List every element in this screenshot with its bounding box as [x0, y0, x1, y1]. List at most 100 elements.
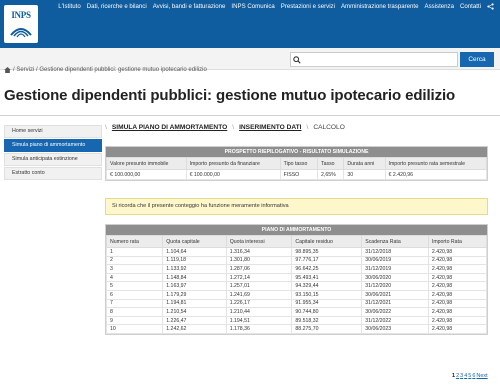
table-cell: 1.133,92	[162, 264, 227, 274]
header-cell: Tipo tasso	[279, 157, 319, 170]
page-link[interactable]: 3	[460, 373, 463, 379]
nav-istituto[interactable]: L'Istituto	[58, 3, 81, 10]
table-row: 4 1.148,84 1.272,14 95.493,41 30/06/2020 2.42…	[105, 272, 488, 283]
inps-logo[interactable]: INPS	[4, 5, 38, 43]
sidebar-item-home-servizi[interactable]: Home servizi	[4, 125, 102, 138]
top-header: INPS L'Istituto Dati, ricerche e bilanci…	[0, 0, 500, 48]
amortization-body: 1 1.104,64 1.316,34 98.895,35 31/12/2018 2.42…	[105, 247, 488, 334]
logo-emblem-icon	[10, 27, 32, 37]
summary-row: € 100.000,00 € 100.000,00 FISSO 2,65% 30…	[106, 169, 488, 180]
table-cell: 30/06/2019	[361, 255, 429, 266]
table-cell: € 2.420,96	[384, 169, 488, 180]
table-cell: 31/12/2019	[361, 264, 429, 274]
table-cell: 94.329,44	[291, 281, 363, 291]
sidebar-item-simula-estinzione[interactable]: Simula anticipata estinzione	[4, 153, 102, 166]
table-cell: 1.226,17	[225, 298, 293, 309]
breadcrumb-text[interactable]: / Servizi / Gestione dipendenti pubblici…	[13, 67, 207, 73]
step-calcolo: CALCOLO	[313, 124, 345, 131]
page-link[interactable]: 2	[456, 373, 459, 379]
page-next-link[interactable]: Next	[476, 373, 487, 379]
table-row: 2 1.119,18 1.301,80 97.776,17 30/06/2019 2.42…	[105, 255, 488, 266]
header-cell: Durata anni	[343, 157, 386, 170]
table-cell: 30/06/2021	[361, 289, 429, 300]
page-link[interactable]: 5	[468, 373, 471, 379]
table-cell: 1.287,06	[225, 264, 293, 274]
summary-header-row: Valore presunto immobile Importo presunt…	[106, 157, 488, 170]
amortization-table: Numero rata Quota capitale Quota interes…	[105, 235, 488, 334]
nav-avvisi-bandi[interactable]: Avvisi, bandi e fatturazione	[153, 3, 226, 10]
table-cell: 2.420,98	[427, 307, 488, 317]
step-simula-piano[interactable]: SIMULA PIANO DI AMMORTAMENTO	[112, 124, 227, 131]
nav-contatti[interactable]: Contatti	[460, 3, 481, 10]
table-cell: 1.210,54	[162, 307, 227, 317]
table-cell: 1.226,47	[162, 315, 227, 326]
table-cell: 8	[105, 307, 164, 317]
search-icon	[293, 56, 301, 64]
table-cell: 31/12/2020	[361, 281, 429, 291]
table-cell: 31/12/2018	[361, 247, 429, 257]
share-icon[interactable]	[487, 3, 494, 10]
table-cell: 30/06/2022	[361, 307, 429, 317]
table-cell: 2.420,98	[427, 298, 488, 309]
nav-dati-ricerche[interactable]: Dati, ricerche e bilanci	[87, 3, 147, 10]
table-cell: 2.420,98	[427, 272, 488, 283]
table-cell: 1.301,80	[225, 255, 293, 266]
header-cell: Importo Rata	[427, 235, 488, 248]
summary-panel: PROSPETTO RIEPILOGATIVO - RISULTATO SIMU…	[105, 146, 488, 181]
breadcrumb: / Servizi / Gestione dipendenti pubblici…	[4, 67, 207, 73]
table-cell: 95.493,41	[291, 272, 363, 283]
table-cell: 1	[105, 247, 164, 257]
table-cell: 91.955,34	[291, 298, 363, 309]
table-cell: 30/06/2023	[361, 324, 429, 334]
table-row: 3 1.133,92 1.287,06 96.642,25 31/12/2019 2.42…	[105, 264, 488, 274]
sidebar: Home servizi Simula piano di ammortament…	[4, 125, 102, 181]
table-row: 9 1.226,47 1.194,51 89.518,32 31/12/2022 2.42…	[105, 315, 488, 326]
table-cell: € 100.000,00	[185, 169, 281, 180]
summary-title: PROSPETTO RIEPILOGATIVO - RISULTATO SIMU…	[106, 147, 487, 157]
top-nav: L'Istituto Dati, ricerche e bilanci Avvi…	[58, 3, 494, 10]
table-cell: 10	[105, 324, 164, 334]
sidebar-item-simula-piano[interactable]: Simula piano di ammortamento	[4, 139, 102, 152]
step-separator: \	[306, 124, 309, 131]
table-cell: 7	[105, 298, 164, 309]
nav-prestazioni[interactable]: Prestazioni e servizi	[281, 3, 335, 10]
header-cell: Valore presunto immobile	[106, 157, 187, 170]
page-title: Gestione dipendenti pubblici: gestione m…	[4, 87, 456, 104]
table-cell: 97.776,17	[291, 255, 363, 266]
sidebar-item-estratto-conto[interactable]: Estratto conto	[4, 167, 102, 180]
search-input[interactable]	[290, 52, 458, 67]
page-link[interactable]: 4	[464, 373, 467, 379]
step-separator: \	[105, 124, 107, 131]
nav-amministrazione[interactable]: Amministrazione trasparente	[341, 3, 419, 10]
amortization-title: PIANO DI AMMORTAMENTO	[106, 225, 487, 235]
table-cell: 2,65%	[317, 169, 345, 180]
page-link[interactable]: 6	[472, 373, 475, 379]
wizard-steps: \ SIMULA PIANO DI AMMORTAMENTO \ INSERIM…	[105, 124, 345, 131]
table-cell: 96.642,25	[291, 264, 363, 274]
title-divider	[0, 115, 500, 116]
header-cell: Scadenza Rata	[361, 235, 429, 248]
table-cell: 30/06/2020	[361, 272, 429, 283]
header-cell: Numero rata	[105, 235, 164, 248]
table-row: 1 1.104,64 1.316,34 98.895,35 31/12/2018 2.42…	[105, 247, 488, 257]
table-cell: 1.272,14	[225, 272, 293, 283]
table-cell: 1.257,01	[225, 281, 293, 291]
table-cell: 1.194,81	[162, 298, 227, 309]
summary-table: Valore presunto immobile Importo presunt…	[106, 157, 488, 180]
table-row: 7 1.194,81 1.226,17 91.955,34 31/12/2021 2.42…	[105, 298, 488, 309]
header-cell: Importo presunto rata semestrale	[384, 157, 488, 170]
page-current: 1	[452, 373, 456, 379]
table-cell: 1.163,97	[162, 281, 227, 291]
nav-inps-comunica[interactable]: INPS Comunica	[231, 3, 274, 10]
table-cell: 1.148,84	[162, 272, 227, 283]
nav-assistenza[interactable]: Assistenza	[425, 3, 454, 10]
table-cell: 90.744,80	[291, 307, 363, 317]
table-cell: 89.518,32	[291, 315, 363, 326]
table-cell: 5	[105, 281, 164, 291]
table-cell: 2.420,98	[427, 247, 488, 257]
table-cell: 2.420,98	[427, 289, 488, 300]
home-icon[interactable]	[4, 67, 11, 73]
table-cell: 2.420,98	[427, 315, 488, 326]
step-inserimento-dati[interactable]: INSERIMENTO DATI	[239, 124, 301, 131]
search-button[interactable]: Cerca	[460, 52, 494, 67]
